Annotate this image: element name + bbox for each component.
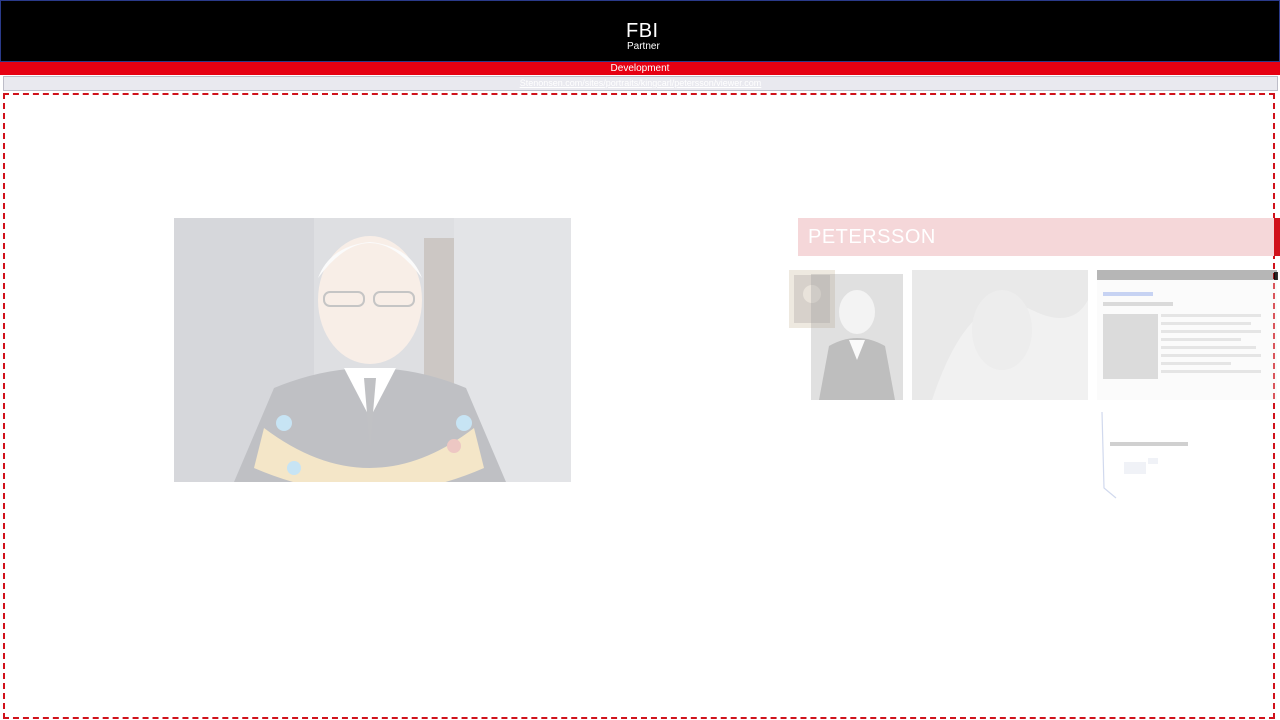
portrait-thumb[interactable] (811, 274, 903, 400)
cursor-icon (1274, 272, 1278, 280)
top-header: FBI Partner (0, 0, 1280, 62)
portrait-image[interactable] (174, 218, 571, 482)
sketch-thumb[interactable] (1096, 408, 1216, 504)
brand-logo[interactable]: FBI Partner (626, 21, 660, 52)
fbi-page-thumb[interactable] (1097, 270, 1277, 400)
source-link[interactable]: Stenonsen.com/sites/portraits/kingcarl/p… (520, 78, 762, 88)
development-label: Development (610, 63, 670, 74)
development-banner: Development (0, 62, 1280, 75)
blurred-thumb[interactable] (912, 270, 1088, 400)
brand-subtitle: Partner (627, 41, 660, 52)
banner-edge-tab[interactable] (1274, 218, 1280, 256)
brand-title: FBI (626, 20, 659, 42)
link-bar: Stenonsen.com/sites/portraits/kingcarl/p… (3, 76, 1278, 91)
person-name: PETERSSON (808, 226, 936, 248)
name-banner: PETERSSON (798, 218, 1274, 256)
